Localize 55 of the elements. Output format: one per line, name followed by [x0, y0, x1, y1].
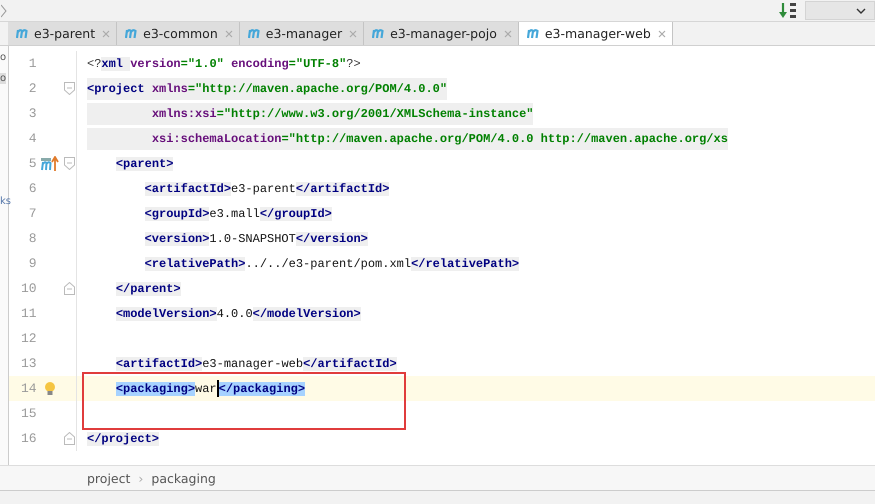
breadcrumb-separator: › [138, 470, 144, 486]
code-line: <modelVersion>4.0.0</modelVersion> [114, 306, 361, 322]
maven-icon [526, 28, 541, 39]
cut-off-label: o [0, 52, 6, 63]
close-icon[interactable] [504, 30, 512, 38]
code-line: <artifactId>e3-parent</artifactId> [144, 180, 390, 198]
maven-icon [248, 28, 262, 39]
line-number: 6 [28, 181, 37, 196]
line-number: 3 [28, 106, 37, 121]
line-number: 5 [28, 156, 37, 171]
line-number: 14 [20, 381, 37, 396]
code-line: <groupId>e3.mall</groupId> [144, 206, 332, 222]
line-number: 16 [20, 431, 37, 446]
close-icon[interactable] [102, 30, 110, 38]
close-icon[interactable] [658, 30, 666, 38]
editor-tab[interactable]: e3-parent [8, 22, 118, 45]
line-number: 7 [28, 206, 37, 221]
close-icon[interactable] [349, 30, 358, 38]
breadcrumb-item[interactable]: packaging [151, 470, 216, 486]
close-icon[interactable] [224, 30, 233, 38]
editor-tab[interactable]: e3-manager-pojo [364, 22, 519, 45]
editor-tab[interactable]: e3-common [117, 22, 240, 45]
chevron-icon [1, 4, 7, 18]
fold-icon[interactable] [64, 432, 76, 445]
maven-icon [16, 28, 30, 39]
breadcrumb-item[interactable]: project [87, 470, 130, 486]
line-number: 1 [28, 56, 37, 71]
dropdown[interactable] [805, 1, 875, 20]
code-line: <artifactId>e3-manager-web</artifactId> [114, 356, 397, 372]
maven-icon [125, 28, 140, 39]
editor-tab[interactable]: e3-manager-web [518, 22, 673, 45]
fold-icon[interactable] [64, 157, 76, 170]
line-number: 12 [20, 331, 37, 346]
sort-icon[interactable] [779, 2, 799, 20]
line-number: 8 [28, 231, 37, 246]
line-number: 4 [28, 131, 37, 146]
caret-icon [856, 8, 866, 14]
cut-off-label: o [0, 73, 6, 84]
code-line: <relativePath>../../e3-parent/pom.xml</relativePath> [144, 256, 520, 272]
code-line: <packaging>war </packaging> [114, 379, 306, 399]
line-number: 15 [20, 406, 37, 421]
maven-override-icon[interactable] [41, 156, 60, 172]
line-number: 13 [20, 356, 37, 371]
line-number: 9 [28, 256, 37, 271]
editor-tab[interactable]: e3-manager [240, 22, 364, 45]
line-number: 11 [20, 306, 37, 321]
line-number: 10 [20, 281, 37, 296]
lightbulb-icon[interactable] [44, 380, 56, 396]
cut-off-label: ks [0, 196, 12, 207]
fold-icon[interactable] [64, 82, 76, 95]
line-number: 2 [28, 81, 37, 96]
code-line: <?xml version="1.0" encoding="UTF-8"?> [87, 56, 361, 72]
fold-icon[interactable] [64, 282, 76, 295]
maven-icon [372, 28, 386, 39]
code-line: <version>1.0-SNAPSHOT</version> [144, 230, 368, 248]
